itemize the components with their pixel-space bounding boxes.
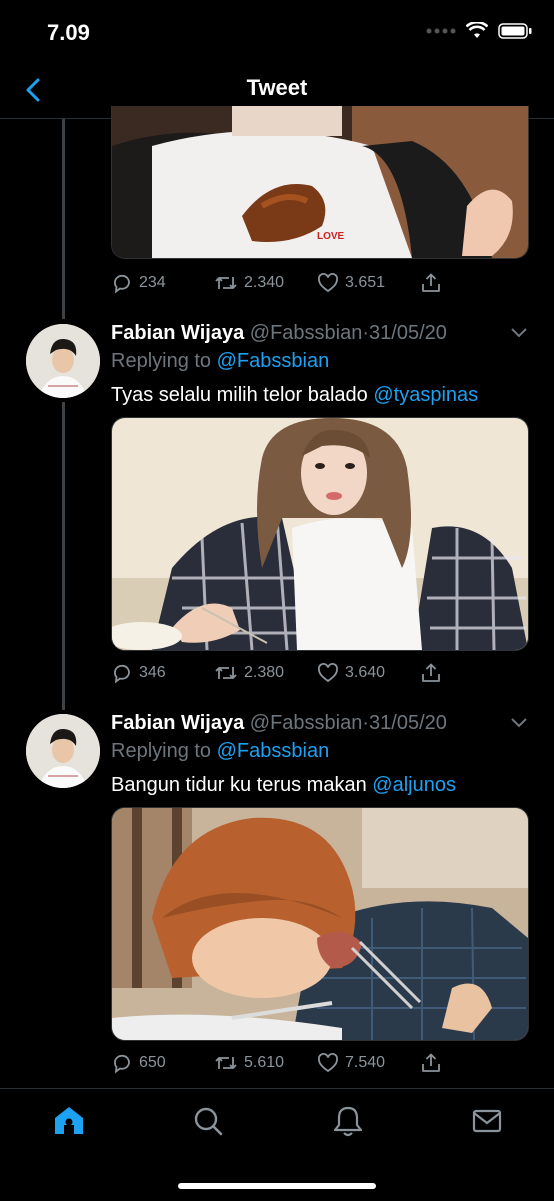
retweet-count: 5.610 bbox=[244, 1054, 285, 1071]
user-handle[interactable]: @Fabssbian bbox=[250, 322, 363, 344]
avatar[interactable] bbox=[26, 714, 100, 788]
signal-icon bbox=[426, 28, 456, 33]
tweet-text: Tyas selalu milih telor balado @tyaspina… bbox=[111, 384, 478, 407]
avatar-photo bbox=[26, 714, 100, 788]
reply-count: 346 bbox=[139, 664, 166, 681]
separator-dot: · bbox=[362, 712, 370, 734]
display-name[interactable]: Fabian Wijaya bbox=[111, 322, 244, 344]
retweet-button[interactable]: 2.380 bbox=[214, 662, 284, 684]
chevron-down-icon[interactable] bbox=[510, 327, 528, 339]
home-icon[interactable] bbox=[51, 1103, 87, 1139]
thread-line bbox=[62, 402, 65, 710]
like-count: 3.651 bbox=[345, 274, 386, 291]
chevron-down-icon[interactable] bbox=[510, 717, 528, 729]
tweet-date: 31/05/20 bbox=[369, 712, 447, 734]
reply-button[interactable]: 650 bbox=[111, 1052, 166, 1074]
like-count: 3.640 bbox=[345, 664, 386, 681]
replying-to: Replying to @Fabssbian bbox=[111, 350, 329, 373]
reply-button[interactable]: 234 bbox=[111, 272, 166, 294]
page-title: Tweet bbox=[246, 75, 308, 100]
wifi-icon bbox=[466, 22, 488, 38]
tweet-date: 31/05/20 bbox=[369, 322, 447, 344]
share-icon bbox=[422, 1053, 440, 1072]
retweet-button[interactable]: 5.610 bbox=[214, 1052, 284, 1074]
share-button[interactable] bbox=[420, 272, 442, 294]
retweet-icon bbox=[215, 1057, 237, 1069]
tweet-actions: 234 2.340 3.651 bbox=[111, 272, 531, 302]
thread-line bbox=[62, 119, 65, 319]
avatar-photo bbox=[26, 324, 100, 398]
tweet-header: Fabian Wijaya @Fabssbian·31/05/20 bbox=[111, 322, 447, 345]
photo-woman-eating-chicken: LOVE bbox=[112, 106, 528, 258]
status-time: 7.09 bbox=[47, 20, 90, 45]
share-icon bbox=[422, 273, 440, 292]
separator-dot: · bbox=[362, 322, 370, 344]
display-name[interactable]: Fabian Wijaya bbox=[111, 712, 244, 734]
reply-count: 234 bbox=[139, 274, 166, 291]
user-handle[interactable]: @Fabssbian bbox=[250, 712, 363, 734]
like-button[interactable]: 3.651 bbox=[317, 272, 385, 294]
retweet-count: 2.340 bbox=[244, 274, 285, 291]
retweet-button[interactable]: 2.340 bbox=[214, 272, 284, 294]
mention-link[interactable]: @tyaspinas bbox=[373, 384, 478, 406]
reply-button[interactable]: 346 bbox=[111, 662, 166, 684]
retweet-count: 2.380 bbox=[244, 664, 285, 681]
replying-handle-link[interactable]: @Fabssbian bbox=[217, 740, 330, 762]
battery-icon bbox=[498, 22, 532, 39]
avatar[interactable] bbox=[26, 324, 100, 398]
status-icons bbox=[426, 22, 532, 39]
tweet-body: Bangun tidur ku terus makan bbox=[111, 774, 367, 796]
tweet-body: Tyas selalu milih telor balado bbox=[111, 384, 368, 406]
heart-icon bbox=[318, 663, 338, 683]
reply-icon bbox=[114, 274, 130, 294]
photo-boy-eating-meat bbox=[112, 808, 528, 1040]
reply-icon bbox=[114, 664, 130, 684]
replying-handle-link[interactable]: @Fabssbian bbox=[217, 350, 330, 372]
shirt-label: LOVE bbox=[317, 231, 345, 242]
retweet-icon bbox=[215, 667, 237, 679]
tweet-actions: 346 2.380 3.640 bbox=[111, 662, 531, 692]
search-icon[interactable] bbox=[190, 1103, 226, 1139]
like-button[interactable]: 3.640 bbox=[317, 662, 385, 684]
retweet-icon bbox=[215, 277, 237, 289]
tweet-text: Bangun tidur ku terus makan @aljunos bbox=[111, 774, 456, 797]
reply-count: 650 bbox=[139, 1054, 166, 1071]
tweet-header: Fabian Wijaya @Fabssbian·31/05/20 bbox=[111, 712, 447, 735]
heart-icon bbox=[318, 273, 338, 293]
share-button[interactable] bbox=[420, 662, 442, 684]
heart-icon bbox=[318, 1053, 338, 1073]
replying-to: Replying to @Fabssbian bbox=[111, 740, 329, 763]
tweet-photo[interactable] bbox=[111, 807, 529, 1041]
tweet-photo[interactable] bbox=[111, 417, 529, 651]
share-icon bbox=[422, 663, 440, 682]
share-button[interactable] bbox=[420, 1052, 442, 1074]
home-indicator bbox=[178, 1183, 376, 1189]
bell-icon[interactable] bbox=[330, 1103, 366, 1139]
replying-label: Replying to bbox=[111, 740, 212, 762]
like-button[interactable]: 7.540 bbox=[317, 1052, 385, 1074]
photo-girl-plaid-shirt bbox=[112, 418, 528, 650]
mail-icon[interactable] bbox=[469, 1103, 505, 1139]
mention-link[interactable]: @aljunos bbox=[372, 774, 456, 796]
replying-label: Replying to bbox=[111, 350, 212, 372]
tweet-actions: 650 5.610 7.540 bbox=[111, 1052, 531, 1082]
status-bar: 7.09 bbox=[0, 0, 554, 64]
reply-icon bbox=[114, 1054, 130, 1074]
tweet-photo[interactable]: LOVE bbox=[111, 106, 529, 259]
like-count: 7.540 bbox=[345, 1054, 386, 1071]
